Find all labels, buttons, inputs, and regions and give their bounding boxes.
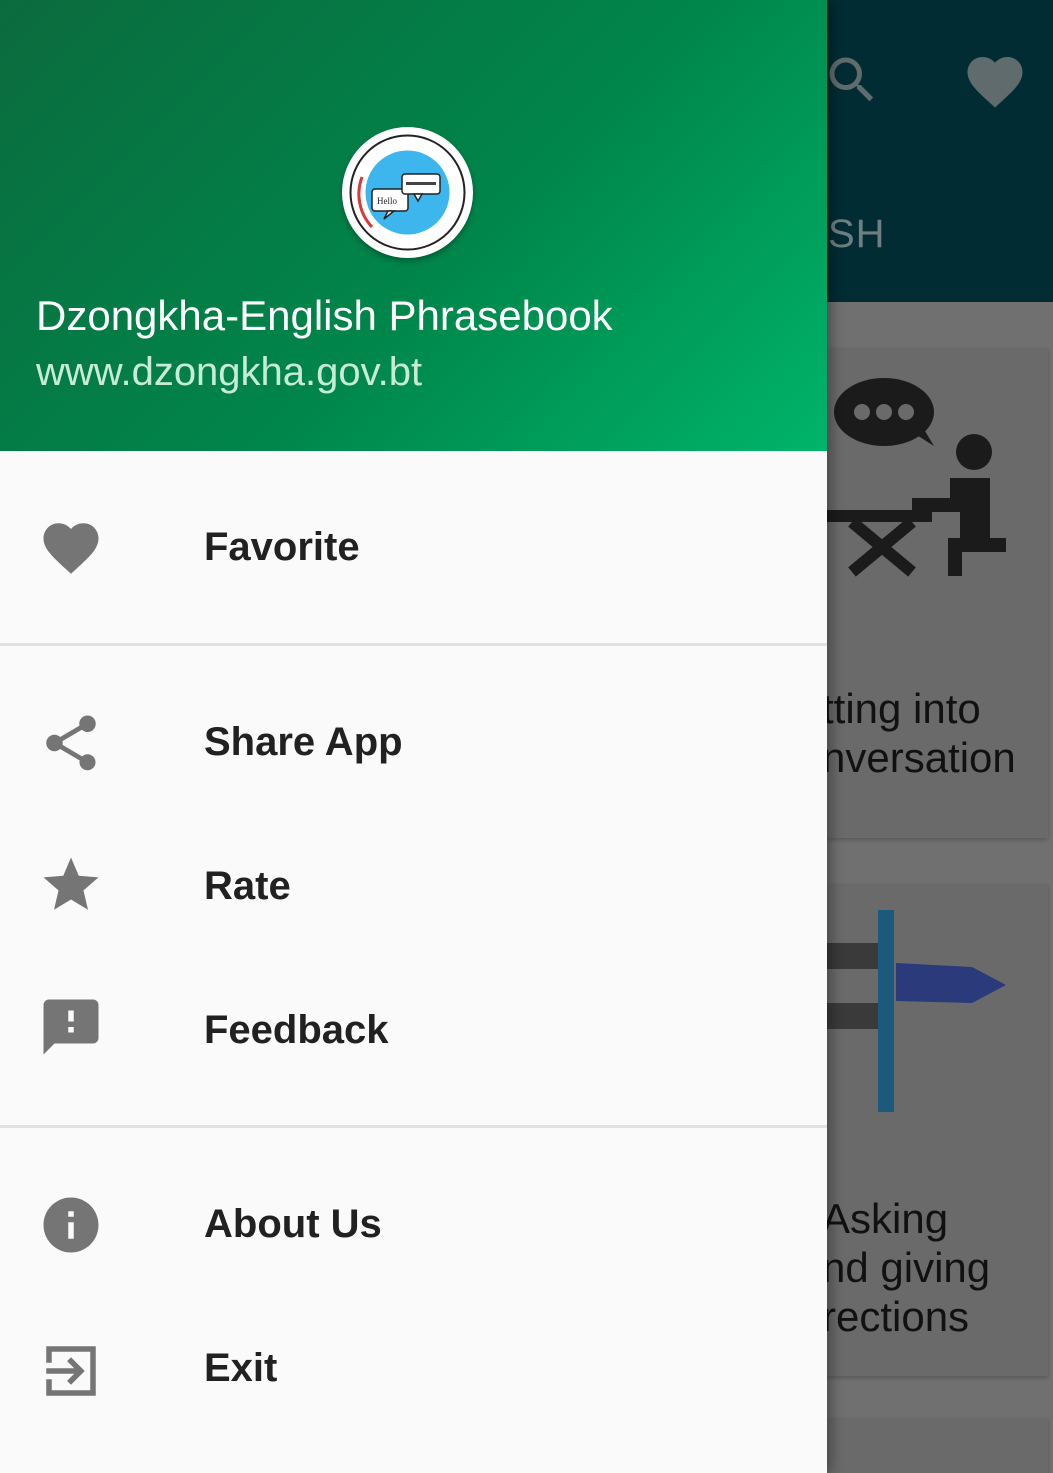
menu-item-exit[interactable]: Exit [0, 1310, 827, 1430]
menu-label-about-us: About Us [204, 1202, 382, 1246]
app-title: Dzongkha-English Phrasebook [36, 292, 613, 339]
menu-label-favorite: Favorite [204, 525, 360, 569]
info-icon [43, 1197, 99, 1253]
menu-item-favorite[interactable]: Favorite [0, 489, 827, 609]
bg-card-label-conversation: tting into nversation [822, 685, 1016, 781]
conversation-illustration [822, 378, 1006, 577]
menu-item-about-us[interactable]: About Us [0, 1166, 827, 1286]
divider [0, 643, 827, 646]
navigation-drawer: Hello Dzongkha-English Phrasebook www.dz… [0, 0, 827, 1473]
feedback-icon [43, 999, 99, 1055]
exit-icon [46, 1346, 96, 1396]
bg-tab-label[interactable]: SH [828, 212, 886, 257]
menu-label-rate: Rate [204, 864, 291, 908]
menu-label-share-app: Share App [204, 720, 403, 764]
favorite-heart-icon[interactable] [962, 48, 1028, 110]
bg-card-partial[interactable] [800, 1418, 1048, 1473]
star-icon [43, 857, 99, 910]
logo-icon: Hello [349, 134, 466, 251]
divider [0, 1125, 827, 1128]
menu-label-exit: Exit [204, 1346, 278, 1390]
app-url[interactable]: www.dzongkha.gov.bt [36, 350, 422, 395]
search-icon[interactable] [822, 50, 882, 110]
menu-label-feedback: Feedback [204, 1008, 389, 1052]
menu-item-share-app[interactable]: Share App [0, 684, 827, 804]
menu-item-feedback[interactable]: Feedback [0, 972, 827, 1092]
bg-card-label-directions: Asking nd giving rections [822, 1195, 991, 1340]
menu-item-rate[interactable]: Rate [0, 828, 827, 948]
share-icon [46, 715, 96, 771]
app-logo: Hello [342, 127, 473, 258]
signpost-illustration [822, 910, 1006, 1112]
heart-icon [43, 523, 99, 574]
drawer-header: Hello Dzongkha-English Phrasebook www.dz… [0, 0, 827, 451]
svg-text:Hello: Hello [377, 196, 397, 206]
